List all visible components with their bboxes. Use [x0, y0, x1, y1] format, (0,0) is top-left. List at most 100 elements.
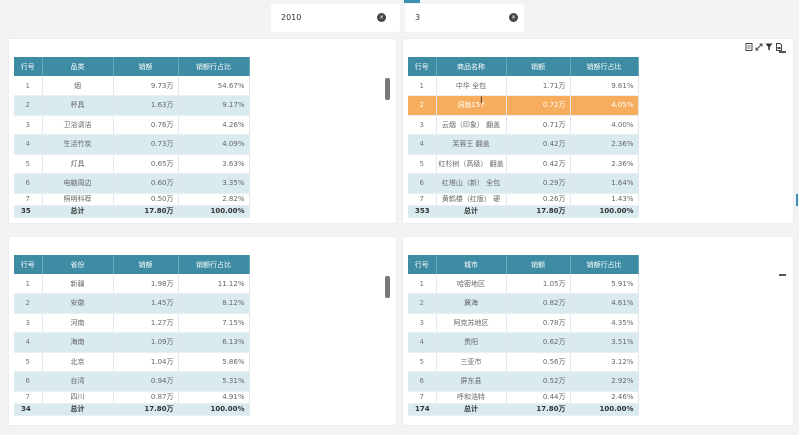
total-cell: 17.80万 [113, 204, 179, 218]
table-row[interactable]: 4 生活竹炭 0.73万 4.09% [14, 134, 250, 155]
table-cell: 电脑周边 [42, 173, 114, 194]
table-row[interactable]: 6 红塔山（新） 全包 0.29万 1.64% [408, 173, 639, 194]
table-row[interactable]: 5 灯具 0.65万 3.63% [14, 154, 250, 174]
fullscreen-icon[interactable] [755, 43, 763, 51]
total-cell: 总计 [42, 402, 114, 416]
total-cell: 174 [408, 402, 437, 416]
total-cell: 17.80万 [113, 402, 179, 416]
clear-icon[interactable]: × [377, 13, 386, 22]
table-row[interactable]: 3 卫浴请洁 0.76万 4.26% [14, 115, 250, 135]
table-cell: 3 [14, 115, 43, 135]
table-row[interactable]: 5 北京 1.04万 5.86% [14, 352, 250, 372]
table-cell: 4 [14, 134, 43, 155]
total-cell: 353 [408, 204, 437, 218]
table-cell: 5.31% [178, 371, 250, 392]
panel-city: 行号 城市 销额 销额行占比 1 哈密地区 1.05万 5.91% 2 冀海 0.82万 4.61%… [402, 236, 794, 426]
collapse-icon[interactable] [779, 274, 786, 276]
table-row[interactable]: 2 冀海 0.82万 4.61% [408, 293, 639, 314]
table-cell: 4.09% [178, 134, 250, 155]
table-row[interactable]: 7 照明科荐 0.50万 2.82% [14, 193, 250, 206]
table-row[interactable]: 1 中华 全包 1.71万 9.61% [408, 76, 639, 96]
filter-month-value: 3 [415, 13, 421, 22]
column-header[interactable]: 行号 [408, 57, 437, 76]
right-edge-marker [796, 194, 798, 206]
column-header[interactable]: 销额行占比 [178, 57, 250, 76]
table-cell: 1.98万 [113, 274, 179, 294]
column-header[interactable]: 销额 [113, 255, 179, 274]
table-row[interactable]: 3 云烟（印象） 翻盖 0.71万 4.00% [408, 115, 639, 135]
table-cell: 0.78万 [506, 313, 571, 333]
column-header[interactable]: 省份 [42, 255, 114, 274]
table-cell: 3 [408, 313, 437, 333]
table-cell: 0.42万 [506, 154, 571, 174]
table-row[interactable]: 7 四川 0.87万 4.91% [14, 391, 250, 404]
table-row[interactable]: 3 阿克苏地区 0.78万 4.35% [408, 313, 639, 333]
table-cell: 4.61% [570, 293, 639, 314]
table-row[interactable]: 4 芙蓉王 翻盖 0.42万 2.36% [408, 134, 639, 155]
table-row[interactable]: 4 海南 1.09万 6.13% [14, 332, 250, 353]
table-cell: 3 [14, 313, 43, 333]
column-header[interactable]: 销额行占比 [178, 255, 250, 274]
column-header[interactable]: 城市 [436, 255, 507, 274]
column-header[interactable]: 销额行占比 [570, 255, 639, 274]
table-row[interactable]: 2 杯具 1.63万 9.17% [14, 95, 250, 116]
table-row[interactable]: 6 屏东县 0.52万 2.92% [408, 371, 639, 392]
column-header[interactable]: 商品名称 [436, 57, 507, 76]
table-row[interactable]: 6 电脑周边 0.60万 3.35% [14, 173, 250, 194]
table-row[interactable]: 6 台湾 0.94万 5.31% [14, 371, 250, 392]
table-cell: 6 [14, 173, 43, 194]
collapse-icon[interactable] [779, 51, 786, 53]
total-row: 34 总计 17.80万 100.00% [14, 402, 250, 416]
table-cell: 黄鹤楼（红版） 硬 [436, 193, 507, 206]
column-header[interactable]: 销额行占比 [570, 57, 639, 76]
table-cell: 海南 [42, 332, 114, 353]
table-cell: 4.35% [570, 313, 639, 333]
clear-icon[interactable]: × [509, 13, 518, 22]
table-row[interactable]: 7 呼和浩特 0.44万 2.46% [408, 391, 639, 404]
export-excel-icon[interactable] [745, 43, 753, 51]
table-row[interactable]: 2 安徽 1.45万 8.12% [14, 293, 250, 314]
column-header[interactable]: 行号 [408, 255, 437, 274]
column-header[interactable]: 销额 [506, 57, 571, 76]
column-header[interactable]: 销额 [113, 57, 179, 76]
table-cell: 新疆 [42, 274, 114, 294]
table-row[interactable]: 5 红杉树（高级） 翻盖 0.42万 2.36% [408, 154, 639, 174]
panel-toolbar [745, 43, 783, 51]
total-cell: 35 [14, 204, 43, 218]
table-cell: 河南 [42, 313, 114, 333]
filter-year-value: 2010 [281, 13, 302, 22]
scrollbar-thumb[interactable] [385, 78, 390, 100]
total-cell: 17.80万 [506, 204, 571, 218]
filter-month[interactable]: 3 × [405, 4, 524, 32]
table-row[interactable]: 1 哈密地区 1.05万 5.91% [408, 274, 639, 294]
table-header: 行号 城市 销额 销额行占比 [408, 255, 639, 274]
table-row[interactable]: 3 河南 1.27万 7.15% [14, 313, 250, 333]
table-cell: 照明科荐 [42, 193, 114, 206]
column-header[interactable]: 行号 [14, 57, 43, 76]
panel-product: 行号 商品名称 销额 销额行占比 1 中华 全包 1.71万 9.61% 2 洞翁157 0.72… [402, 38, 794, 224]
table-cell: 6.13% [178, 332, 250, 353]
column-header[interactable]: 品类 [42, 57, 114, 76]
table-row[interactable]: 1 新疆 1.98万 11.12% [14, 274, 250, 294]
table-cell: 9.61% [570, 76, 639, 96]
filter-year[interactable]: 2010 × [271, 4, 400, 32]
table-cell: 1.71万 [506, 76, 571, 96]
export-pdf-icon[interactable] [775, 43, 783, 51]
total-row: 174 总计 17.80万 100.00% [408, 402, 639, 416]
table-cell: 9.73万 [113, 76, 179, 96]
table-row[interactable]: 2 洞翁157 0.72万 4.05% [408, 95, 639, 116]
table-cell: 2.82% [178, 193, 250, 206]
table-row[interactable]: 4 贵阳 0.62万 3.51% [408, 332, 639, 353]
column-header[interactable]: 销额 [506, 255, 571, 274]
table-header: 行号 品类 销额 销额行占比 [14, 57, 250, 76]
scrollbar-thumb[interactable] [385, 276, 390, 298]
column-header[interactable]: 行号 [14, 255, 43, 274]
table-row[interactable]: 1 烟 9.73万 54.67% [14, 76, 250, 96]
total-cell: 100.00% [178, 402, 250, 416]
filter-icon[interactable] [765, 43, 773, 51]
table-row[interactable]: 7 黄鹤楼（红版） 硬 0.26万 1.43% [408, 193, 639, 206]
province-table: 行号 省份 销额 销额行占比 1 新疆 1.98万 11.12% 2 安徽 1.45万 8.12% 3… [14, 255, 250, 416]
table-cell: 3 [408, 115, 437, 135]
table-cell: 11.12% [178, 274, 250, 294]
table-row[interactable]: 5 三亚市 0.56万 3.12% [408, 352, 639, 372]
